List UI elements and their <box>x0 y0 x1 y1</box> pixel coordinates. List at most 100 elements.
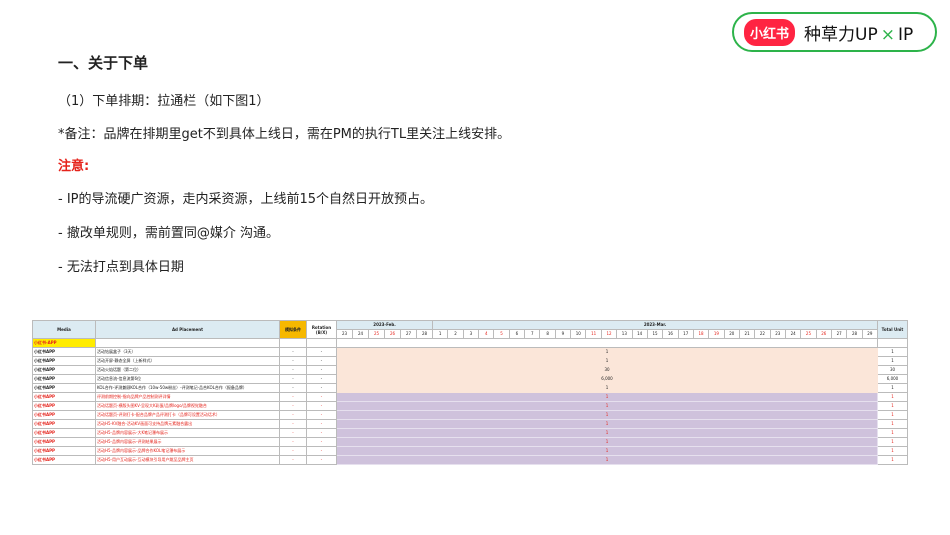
day-header: 1 <box>432 329 449 339</box>
text-line: - IP的导流硬广资源，走内采资源，上线前15个自然日开放预占。 <box>58 192 434 207</box>
table-row: 小红书APP 活动钻展盒子（3天） - -1 1 <box>32 347 908 357</box>
schedule-bar: 1 <box>336 347 878 357</box>
placement-cell: 活动话题页-横版头图KV-呈现大K彩蛋/品牌logo/品牌视觉融合 <box>95 401 280 411</box>
rotation-cell: - <box>306 410 337 420</box>
table-row: 小红书APP 活动H5-品牌内容展示-评测结果展示 - -1 1 <box>32 437 908 447</box>
table-row: 小红书APP 活动开屏-静态全屏（上新样式） - -1 1 <box>32 356 908 366</box>
day-header: 15 <box>646 329 664 339</box>
placement-cell: 活动H5-用户互动展示-互动模块引导用户跳至品牌主页 <box>95 455 280 465</box>
rotation-cell: - <box>306 437 337 447</box>
rotation-cell: - <box>306 419 337 429</box>
condition-cell: - <box>279 437 307 447</box>
day-header: 25 <box>800 329 817 339</box>
media-cell: 小红书APP <box>32 383 96 393</box>
total-cell: 1 <box>877 356 908 366</box>
header-condition: 模拟条件 <box>279 320 307 339</box>
day-header: 27 <box>830 329 848 339</box>
text-line: （1）下单排期：拉通栏（如下图1） <box>58 94 270 109</box>
day-header: 28 <box>415 329 434 339</box>
day-header: 3 <box>462 329 480 339</box>
schedule-bar: 1 <box>336 410 878 420</box>
rotation-cell: - <box>306 446 337 456</box>
total-cell: 1 <box>877 428 908 438</box>
day-header: 20 <box>723 329 740 339</box>
placement-cell: KOL合作-评测兼顾KOL合作（10w-50w粉丝）-评测笔记-品合KOL合作（… <box>95 383 280 393</box>
placement-cell: 活动H5-品牌内容展示-评测结果展示 <box>95 437 280 447</box>
header-feb: 2023-Feb. <box>335 320 434 330</box>
schedule-bar: 1 <box>336 356 878 366</box>
media-cell: 小红书APP <box>32 437 96 447</box>
media-cell: 小红书APP <box>32 365 96 375</box>
media-cell: 小红书APP <box>32 446 96 456</box>
rotation-cell: - <box>306 365 337 375</box>
condition-cell: - <box>279 374 307 384</box>
day-header: 13 <box>616 329 633 339</box>
rotation-cell: - <box>306 374 337 384</box>
rotation-cell: - <box>306 401 337 411</box>
header-mar: 2023-Mar. <box>432 320 878 330</box>
placement-cell: 活动信息流-信息流第6位 <box>95 374 280 384</box>
day-header: 27 <box>400 329 417 339</box>
total-cell: 1 <box>877 410 908 420</box>
schedule-bar: 6,000 <box>336 374 878 384</box>
schedule-bar: 30 <box>336 365 878 375</box>
placement-cell: 活动H5-KV融合-活动KV画面可支持品牌元素融合露出 <box>95 419 280 429</box>
day-header: 9 <box>554 329 572 339</box>
section-heading: 一、关于下单 <box>58 54 149 72</box>
day-header: 14 <box>631 329 648 339</box>
media-cell: 小红书APP <box>32 419 96 429</box>
table-row: 小红书APP 活动火焰话题（第二位） - -30 30 <box>32 365 908 375</box>
media-cell: 小红书APP <box>32 410 96 420</box>
placement-cell: 活动H5-品牌内容展示-大K笔记瀑布展示 <box>95 428 280 438</box>
day-header: 24 <box>352 329 369 339</box>
table-row: 小红书APP 活动话题页-横版头图KV-呈现大K彩蛋/品牌logo/品牌视觉融合 -… <box>32 401 908 411</box>
day-header: 7 <box>524 329 541 339</box>
day-header: 26 <box>384 329 401 339</box>
placement-cell: 评测前期控制-指向品牌产品控制测评详情 <box>95 392 280 402</box>
table-row: 小红书APP KOL合作-评测兼顾KOL合作（10w-50w粉丝）-评测笔记-品合… <box>32 383 908 393</box>
logo-text: 种草力UP × IP <box>804 24 914 45</box>
schedule-bar: 1 <box>336 401 878 411</box>
placement-cell: 活动开屏-静态全屏（上新样式） <box>95 356 280 366</box>
day-header: 16 <box>662 329 679 339</box>
condition-cell: - <box>279 419 307 429</box>
day-header: 29 <box>861 329 879 339</box>
day-header: 28 <box>846 329 863 339</box>
rotation-cell: - <box>306 455 337 465</box>
schedule-bar: 1 <box>336 383 878 393</box>
total-cell: 1 <box>877 347 908 357</box>
total-cell: 1 <box>877 455 908 465</box>
total-cell: 6,000 <box>877 374 908 384</box>
schedule-table: Media Ad Placement 模拟条件 Rotation (B/X) 2023-… <box>32 320 908 465</box>
day-header: 25 <box>368 329 385 339</box>
day-header: 8 <box>539 329 556 339</box>
media-cell: 小红书APP <box>32 356 96 366</box>
rotation-cell: - <box>306 392 337 402</box>
table-row: 小红书APP 活动H5-KV融合-活动KV画面可支持品牌元素融合露出 - -1 1 <box>32 419 908 429</box>
day-header: 4 <box>478 329 495 339</box>
condition-cell: - <box>279 446 307 456</box>
total-cell: 1 <box>877 383 908 393</box>
section-label: 小红书-APP <box>32 338 96 348</box>
media-cell: 小红书APP <box>32 455 96 465</box>
schedule-bar: 1 <box>336 446 878 456</box>
schedule-bar: 1 <box>336 437 878 447</box>
condition-cell: - <box>279 410 307 420</box>
table-row: 小红书APP 活动H5-品牌内容展示-品牌合作KOL笔记瀑布展示 - -1 1 <box>32 446 908 456</box>
day-header: 24 <box>784 329 802 339</box>
condition-cell: - <box>279 347 307 357</box>
condition-cell: - <box>279 383 307 393</box>
text-line: *备注：品牌在排期里get不到具体上线日，需在PM的执行TL里关注上线安排。 <box>58 127 511 142</box>
table-row: 小红书APP 活动信息流-信息流第6位 - -6,000 6,000 <box>32 374 908 384</box>
day-header: 21 <box>738 329 756 339</box>
schedule-bar: 1 <box>336 455 878 465</box>
day-header: 12 <box>600 329 618 339</box>
condition-cell: - <box>279 401 307 411</box>
day-header: 26 <box>815 329 832 339</box>
schedule-bar: 1 <box>336 419 878 429</box>
total-cell: 1 <box>877 401 908 411</box>
day-header: 10 <box>570 329 587 339</box>
condition-cell: - <box>279 392 307 402</box>
day-header: 23 <box>336 329 353 339</box>
media-cell: 小红书APP <box>32 401 96 411</box>
